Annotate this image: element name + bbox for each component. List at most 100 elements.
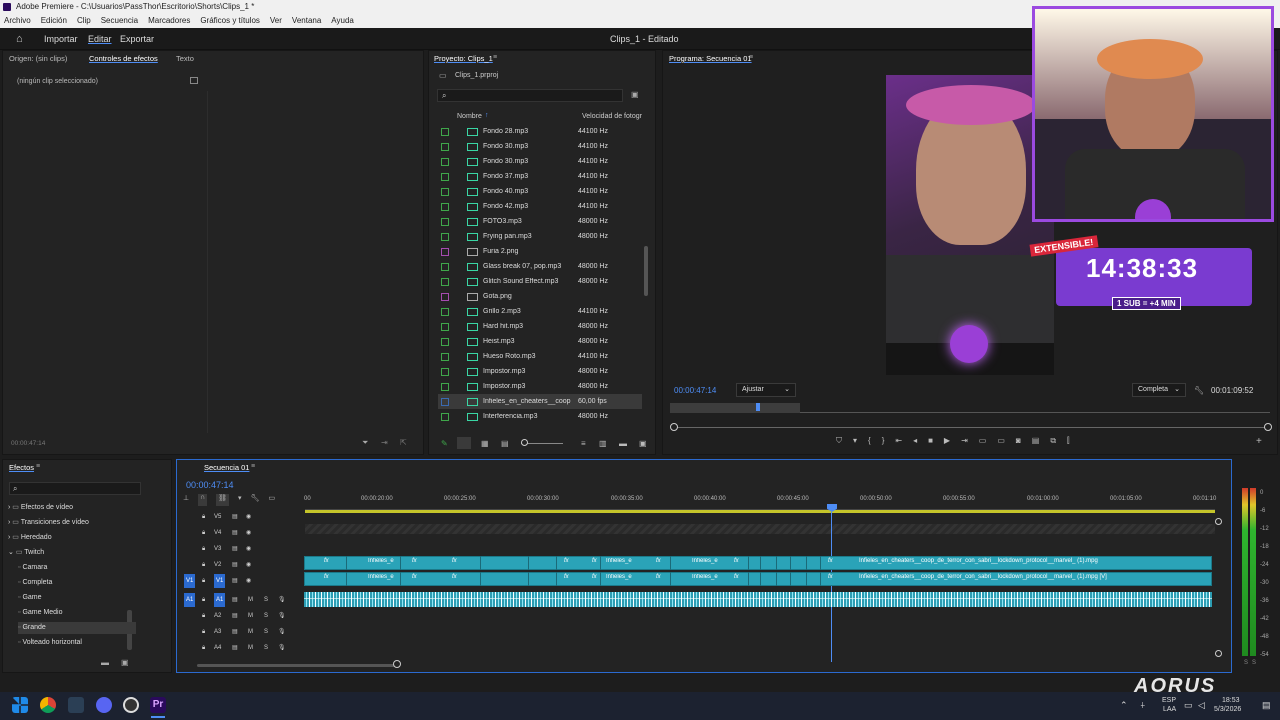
mute-button[interactable]: M <box>248 593 253 607</box>
timeline-timecode[interactable]: 00:00:47:14 <box>186 480 234 490</box>
sync-lock-icon[interactable]: ▤ <box>232 574 238 588</box>
col-name-header[interactable]: Nombre <box>457 113 482 120</box>
track-name[interactable]: V4 <box>214 526 221 540</box>
icon-view-icon[interactable]: ▦ <box>481 439 489 448</box>
wrench-icon[interactable]: 🔧︎ <box>1194 386 1204 395</box>
project-list-item[interactable]: Grillo 2.mp3 44100 Hz <box>438 304 642 319</box>
sequence-menu-icon[interactable]: ≡ <box>251 463 255 470</box>
menu-archivo[interactable]: Archivo <box>4 14 31 28</box>
eye-icon[interactable]: ◉ <box>246 526 251 540</box>
tab-text[interactable]: Texto <box>176 54 194 63</box>
project-list-item[interactable]: FOTO3.mp3 48000 Hz <box>438 214 642 229</box>
solo-button[interactable]: S <box>264 593 268 607</box>
project-list-item[interactable]: Fondo 30.mp3 44100 Hz <box>438 139 642 154</box>
track-name[interactable]: A1 <box>214 593 226 607</box>
track-lock-icon[interactable]: 🔒︎ <box>202 593 205 607</box>
clip-edit-point[interactable] <box>748 556 749 570</box>
effects-tree-item[interactable]: ▫ Game Medio <box>18 607 63 619</box>
steam-icon[interactable] <box>68 697 84 713</box>
menu-marcadores[interactable]: Marcadores <box>148 14 190 28</box>
sync-lock-icon[interactable]: ▤ <box>232 510 238 524</box>
effects-menu-icon[interactable]: ≡ <box>36 463 40 470</box>
label-color-swatch[interactable] <box>441 307 449 316</box>
project-list-item[interactable]: Fondo 42.mp3 44100 Hz <box>438 199 642 214</box>
extract-icon[interactable]: ▭ <box>997 436 1005 448</box>
eye-icon[interactable]: ◉ <box>246 574 251 588</box>
voiceover-mic-icon[interactable]: 🎙︎ <box>278 593 286 607</box>
tab-effects[interactable]: Efectos <box>9 463 34 472</box>
effects-tree-item[interactable]: ⌄ ▭ Twitch <box>8 547 44 559</box>
voiceover-mic-icon[interactable]: 🎙︎ <box>278 609 286 623</box>
program-menu-icon[interactable]: ≡ <box>749 54 753 61</box>
clip-edit-point[interactable] <box>748 572 749 586</box>
add-marker-icon[interactable]: ▾ <box>238 494 242 506</box>
project-list-item[interactable]: Gota.png <box>438 289 642 304</box>
effects-tree-item[interactable]: › ▭ Transiciones de vídeo <box>8 517 89 529</box>
short-clip-label[interactable]: Infieles_e <box>692 574 732 580</box>
clip-edit-point[interactable] <box>670 572 671 586</box>
menu-secuencia[interactable]: Secuencia <box>101 14 138 28</box>
tray-mic-icon[interactable]: ⍭ <box>1140 700 1145 711</box>
project-menu-icon[interactable]: ≡ <box>493 54 497 61</box>
program-playhead[interactable] <box>756 403 760 411</box>
zoom-slider-handle[interactable] <box>521 439 528 446</box>
label-color-swatch[interactable] <box>441 337 449 346</box>
clip-edit-point[interactable] <box>556 572 557 586</box>
go-to-out-icon[interactable]: ⇥ <box>961 436 968 448</box>
clip-edit-point[interactable] <box>556 556 557 570</box>
clip-edit-point[interactable] <box>480 556 481 570</box>
chrome-icon[interactable] <box>40 697 56 713</box>
label-color-swatch[interactable] <box>441 157 449 166</box>
notification-icon[interactable]: ▤ <box>1262 700 1271 711</box>
menu-ayuda[interactable]: Ayuda <box>331 14 354 28</box>
share-icon[interactable]: ⇱ <box>400 438 407 447</box>
trash-icon[interactable]: ▣ <box>639 439 647 448</box>
clip-edit-point[interactable] <box>600 572 601 586</box>
tab-project[interactable]: Proyecto: Clips_1 <box>434 54 493 63</box>
project-list-item[interactable]: Fondo 37.mp3 44100 Hz <box>438 169 642 184</box>
zoom-bar-left-handle[interactable] <box>670 423 678 431</box>
settings-wrench-icon[interactable]: 🔧︎ <box>251 494 260 506</box>
mute-button[interactable]: M <box>248 625 253 639</box>
track-name[interactable]: V5 <box>214 510 221 524</box>
network-icon[interactable]: ▭ <box>1184 700 1193 711</box>
menu-graficos[interactable]: Gráficos y títulos <box>200 14 260 28</box>
program-zoom-bar[interactable] <box>674 427 1270 428</box>
clip-edit-point[interactable] <box>760 556 761 570</box>
trim-icon[interactable]: ⫿ <box>1067 436 1070 448</box>
meter-solo-left[interactable]: S <box>1244 660 1248 666</box>
track-lock-icon[interactable]: 🔒︎ <box>202 542 205 556</box>
go-to-in-icon[interactable]: ⇤ <box>895 436 902 448</box>
track-lock-icon[interactable]: 🔒︎ <box>202 510 205 524</box>
project-list-item[interactable]: Hard hit.mp3 48000 Hz <box>438 319 642 334</box>
label-color-swatch[interactable] <box>441 247 449 256</box>
region-indicator[interactable]: LAA <box>1163 706 1176 713</box>
project-list-item[interactable]: Interferencia.mp3 48000 Hz <box>438 409 642 424</box>
track-lock-icon[interactable]: 🔒︎ <box>202 526 205 540</box>
track-name[interactable]: A2 <box>214 609 221 623</box>
camera-icon[interactable]: ◙ <box>1016 436 1021 448</box>
voiceover-mic-icon[interactable]: 🎙︎ <box>278 625 286 639</box>
menu-ventana[interactable]: Ventana <box>292 14 321 28</box>
project-list-item[interactable]: Frying pan.mp3 48000 Hz <box>438 229 642 244</box>
clip-edit-point[interactable] <box>600 556 601 570</box>
mute-button[interactable]: M <box>248 641 253 655</box>
mark-in-icon[interactable]: { <box>868 436 871 448</box>
mark-out-icon[interactable]: } <box>882 436 885 448</box>
effects-tree-item[interactable]: ▫ Completa <box>18 577 52 589</box>
short-clip-label[interactable]: Infieles_e <box>368 574 408 580</box>
compare-icon[interactable]: ▤ <box>1032 436 1040 448</box>
col-rate-header[interactable]: Velocidad de fotogr <box>582 113 642 120</box>
export-frame-icon[interactable]: ⇥ <box>381 438 388 447</box>
freeform-view-icon[interactable]: ▤ <box>501 439 509 448</box>
track-name[interactable]: A3 <box>214 625 221 639</box>
clip-edit-point[interactable] <box>806 572 807 586</box>
eye-icon[interactable]: ◉ <box>246 558 251 572</box>
clip-edit-point[interactable] <box>760 572 761 586</box>
step-back-icon[interactable]: ◂ <box>913 436 917 448</box>
v2-clip-track[interactable]: Infieles_en_cheaters__coop_de_terror_con… <box>304 556 1212 570</box>
label-color-swatch[interactable] <box>441 202 449 211</box>
clip-edit-point[interactable] <box>346 572 347 586</box>
clip-edit-point[interactable] <box>346 556 347 570</box>
effects-tree-item[interactable]: ▫ Game <box>18 592 42 604</box>
